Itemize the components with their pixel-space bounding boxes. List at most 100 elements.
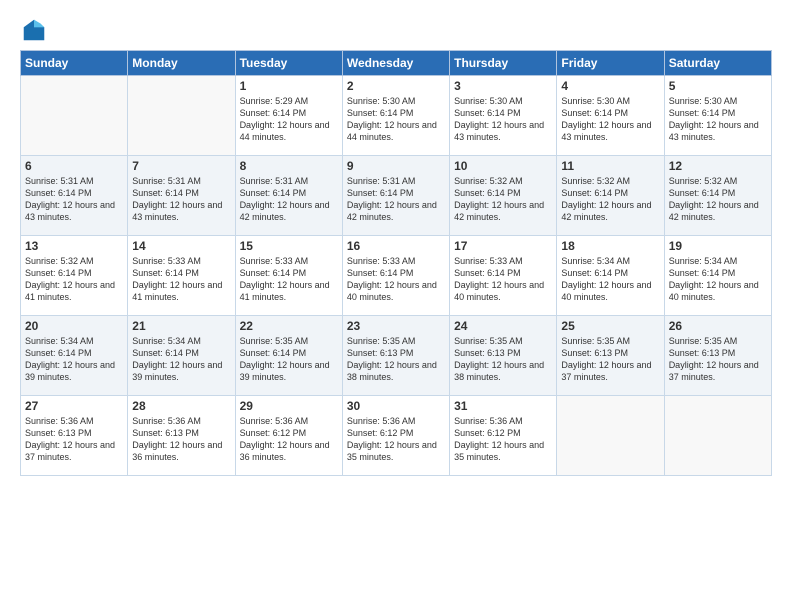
calendar-cell: 21 Sunrise: 5:34 AMSunset: 6:14 PMDayligh… bbox=[128, 316, 235, 396]
calendar-cell: 27Sunrise: 5:36 AMSunset: 6:13 PMDayligh… bbox=[21, 396, 128, 476]
day-number: 2 bbox=[347, 79, 445, 93]
calendar-cell: 2 Sunrise: 5:30 AMSunset: 6:14 PMDaylight… bbox=[342, 76, 449, 156]
calendar-cell bbox=[557, 396, 664, 476]
calendar-cell: 29 Sunrise: 5:36 AMSunset: 6:12 PMDayligh… bbox=[235, 396, 342, 476]
day-number: 29 bbox=[240, 399, 338, 413]
calendar-cell: 18Sunrise: 5:34 AMSunset: 6:14 PMDayligh… bbox=[557, 236, 664, 316]
calendar-cell bbox=[128, 76, 235, 156]
day-number: 6 bbox=[25, 159, 123, 173]
day-info: Sunrise: 5:32 AMSunset: 6:14 PMDaylight:… bbox=[669, 175, 767, 224]
calendar-cell: 5 Sunrise: 5:30 AMSunset: 6:14 PMDaylight… bbox=[664, 76, 771, 156]
calendar-cell: 12 Sunrise: 5:32 AMSunset: 6:14 PMDayligh… bbox=[664, 156, 771, 236]
calendar-cell: 23Sunrise: 5:35 AMSunset: 6:13 PMDayligh… bbox=[342, 316, 449, 396]
day-info: Sunrise: 5:33 AMSunset: 6:14 PMDaylight:… bbox=[132, 255, 230, 304]
day-info: Sunrise: 5:33 AMSunset: 6:14 PMDaylight:… bbox=[347, 255, 445, 304]
calendar-cell: 22 Sunrise: 5:35 AMSunset: 6:14 PMDayligh… bbox=[235, 316, 342, 396]
day-number: 20 bbox=[25, 319, 123, 333]
day-info: Sunrise: 5:35 AMSunset: 6:14 PMDaylight:… bbox=[240, 335, 338, 384]
day-number: 24 bbox=[454, 319, 552, 333]
day-info: Sunrise: 5:36 AMSunset: 6:12 PMDaylight:… bbox=[240, 415, 338, 464]
page: SundayMondayTuesdayWednesdayThursdayFrid… bbox=[0, 0, 792, 612]
day-info: Sunrise: 5:36 AMSunset: 6:12 PMDaylight:… bbox=[454, 415, 552, 464]
calendar-cell: 4 Sunrise: 5:30 AMSunset: 6:14 PMDaylight… bbox=[557, 76, 664, 156]
header bbox=[20, 16, 772, 44]
day-number: 3 bbox=[454, 79, 552, 93]
calendar-cell: 20 Sunrise: 5:34 AMSunset: 6:14 PMDayligh… bbox=[21, 316, 128, 396]
day-number: 11 bbox=[561, 159, 659, 173]
day-header-sunday: Sunday bbox=[21, 51, 128, 76]
day-info: Sunrise: 5:32 AMSunset: 6:14 PMDaylight:… bbox=[25, 255, 123, 304]
day-info: Sunrise: 5:34 AMSunset: 6:14 PMDaylight:… bbox=[561, 255, 659, 304]
day-number: 26 bbox=[669, 319, 767, 333]
day-info: Sunrise: 5:32 AMSunset: 6:14 PMDaylight:… bbox=[454, 175, 552, 224]
day-number: 16 bbox=[347, 239, 445, 253]
calendar-cell: 17Sunrise: 5:33 AMSunset: 6:14 PMDayligh… bbox=[450, 236, 557, 316]
calendar-header-row: SundayMondayTuesdayWednesdayThursdayFrid… bbox=[21, 51, 772, 76]
day-header-wednesday: Wednesday bbox=[342, 51, 449, 76]
calendar-cell: 1 Sunrise: 5:29 AMSunset: 6:14 PMDaylight… bbox=[235, 76, 342, 156]
day-number: 28 bbox=[132, 399, 230, 413]
calendar-cell: 14Sunrise: 5:33 AMSunset: 6:14 PMDayligh… bbox=[128, 236, 235, 316]
day-info: Sunrise: 5:29 AMSunset: 6:14 PMDaylight:… bbox=[240, 95, 338, 144]
day-info: Sunrise: 5:36 AMSunset: 6:12 PMDaylight:… bbox=[347, 415, 445, 464]
day-header-saturday: Saturday bbox=[664, 51, 771, 76]
logo bbox=[20, 16, 52, 44]
day-info: Sunrise: 5:35 AMSunset: 6:13 PMDaylight:… bbox=[454, 335, 552, 384]
calendar-cell: 19 Sunrise: 5:34 AMSunset: 6:14 PMDayligh… bbox=[664, 236, 771, 316]
day-number: 19 bbox=[669, 239, 767, 253]
day-info: Sunrise: 5:35 AMSunset: 6:13 PMDaylight:… bbox=[561, 335, 659, 384]
day-info: Sunrise: 5:31 AMSunset: 6:14 PMDaylight:… bbox=[25, 175, 123, 224]
day-info: Sunrise: 5:30 AMSunset: 6:14 PMDaylight:… bbox=[454, 95, 552, 144]
calendar-week-3: 13Sunrise: 5:32 AMSunset: 6:14 PMDayligh… bbox=[21, 236, 772, 316]
day-header-thursday: Thursday bbox=[450, 51, 557, 76]
calendar-cell: 25Sunrise: 5:35 AMSunset: 6:13 PMDayligh… bbox=[557, 316, 664, 396]
calendar-week-4: 20 Sunrise: 5:34 AMSunset: 6:14 PMDayligh… bbox=[21, 316, 772, 396]
day-info: Sunrise: 5:31 AMSunset: 6:14 PMDaylight:… bbox=[347, 175, 445, 224]
day-number: 5 bbox=[669, 79, 767, 93]
calendar-cell: 26Sunrise: 5:35 AMSunset: 6:13 PMDayligh… bbox=[664, 316, 771, 396]
day-info: Sunrise: 5:35 AMSunset: 6:13 PMDaylight:… bbox=[347, 335, 445, 384]
calendar-cell: 10 Sunrise: 5:32 AMSunset: 6:14 PMDayligh… bbox=[450, 156, 557, 236]
day-info: Sunrise: 5:31 AMSunset: 6:14 PMDaylight:… bbox=[240, 175, 338, 224]
calendar-cell: 9Sunrise: 5:31 AMSunset: 6:14 PMDaylight… bbox=[342, 156, 449, 236]
calendar-cell bbox=[21, 76, 128, 156]
day-number: 31 bbox=[454, 399, 552, 413]
calendar-cell: 8 Sunrise: 5:31 AMSunset: 6:14 PMDaylight… bbox=[235, 156, 342, 236]
day-number: 4 bbox=[561, 79, 659, 93]
day-number: 12 bbox=[669, 159, 767, 173]
calendar-cell: 7Sunrise: 5:31 AMSunset: 6:14 PMDaylight… bbox=[128, 156, 235, 236]
calendar-cell: 3 Sunrise: 5:30 AMSunset: 6:14 PMDaylight… bbox=[450, 76, 557, 156]
day-header-tuesday: Tuesday bbox=[235, 51, 342, 76]
day-number: 27 bbox=[25, 399, 123, 413]
day-info: Sunrise: 5:34 AMSunset: 6:14 PMDaylight:… bbox=[25, 335, 123, 384]
calendar-cell: 24 Sunrise: 5:35 AMSunset: 6:13 PMDayligh… bbox=[450, 316, 557, 396]
calendar-cell: 11 Sunrise: 5:32 AMSunset: 6:14 PMDayligh… bbox=[557, 156, 664, 236]
day-info: Sunrise: 5:36 AMSunset: 6:13 PMDaylight:… bbox=[132, 415, 230, 464]
day-number: 17 bbox=[454, 239, 552, 253]
day-info: Sunrise: 5:32 AMSunset: 6:14 PMDaylight:… bbox=[561, 175, 659, 224]
day-number: 8 bbox=[240, 159, 338, 173]
calendar-table: SundayMondayTuesdayWednesdayThursdayFrid… bbox=[20, 50, 772, 476]
day-number: 10 bbox=[454, 159, 552, 173]
day-info: Sunrise: 5:34 AMSunset: 6:14 PMDaylight:… bbox=[132, 335, 230, 384]
calendar-cell: 16 Sunrise: 5:33 AMSunset: 6:14 PMDayligh… bbox=[342, 236, 449, 316]
day-info: Sunrise: 5:34 AMSunset: 6:14 PMDaylight:… bbox=[669, 255, 767, 304]
day-number: 30 bbox=[347, 399, 445, 413]
calendar-cell: 6 Sunrise: 5:31 AMSunset: 6:14 PMDaylight… bbox=[21, 156, 128, 236]
day-info: Sunrise: 5:30 AMSunset: 6:14 PMDaylight:… bbox=[561, 95, 659, 144]
calendar-cell: 15Sunrise: 5:33 AMSunset: 6:14 PMDayligh… bbox=[235, 236, 342, 316]
day-header-monday: Monday bbox=[128, 51, 235, 76]
calendar-week-2: 6 Sunrise: 5:31 AMSunset: 6:14 PMDaylight… bbox=[21, 156, 772, 236]
day-number: 21 bbox=[132, 319, 230, 333]
calendar-cell bbox=[664, 396, 771, 476]
calendar-cell: 30 Sunrise: 5:36 AMSunset: 6:12 PMDayligh… bbox=[342, 396, 449, 476]
day-info: Sunrise: 5:33 AMSunset: 6:14 PMDaylight:… bbox=[240, 255, 338, 304]
calendar-week-1: 1 Sunrise: 5:29 AMSunset: 6:14 PMDaylight… bbox=[21, 76, 772, 156]
calendar-cell: 28 Sunrise: 5:36 AMSunset: 6:13 PMDayligh… bbox=[128, 396, 235, 476]
day-number: 1 bbox=[240, 79, 338, 93]
day-info: Sunrise: 5:30 AMSunset: 6:14 PMDaylight:… bbox=[669, 95, 767, 144]
day-number: 22 bbox=[240, 319, 338, 333]
calendar-week-5: 27 Sunrise: 5:36 AMSunset: 6:13 PMDayligh… bbox=[21, 396, 772, 476]
calendar-cell: 13Sunrise: 5:32 AMSunset: 6:14 PMDayligh… bbox=[21, 236, 128, 316]
day-info: Sunrise: 5:30 AMSunset: 6:14 PMDaylight:… bbox=[347, 95, 445, 144]
